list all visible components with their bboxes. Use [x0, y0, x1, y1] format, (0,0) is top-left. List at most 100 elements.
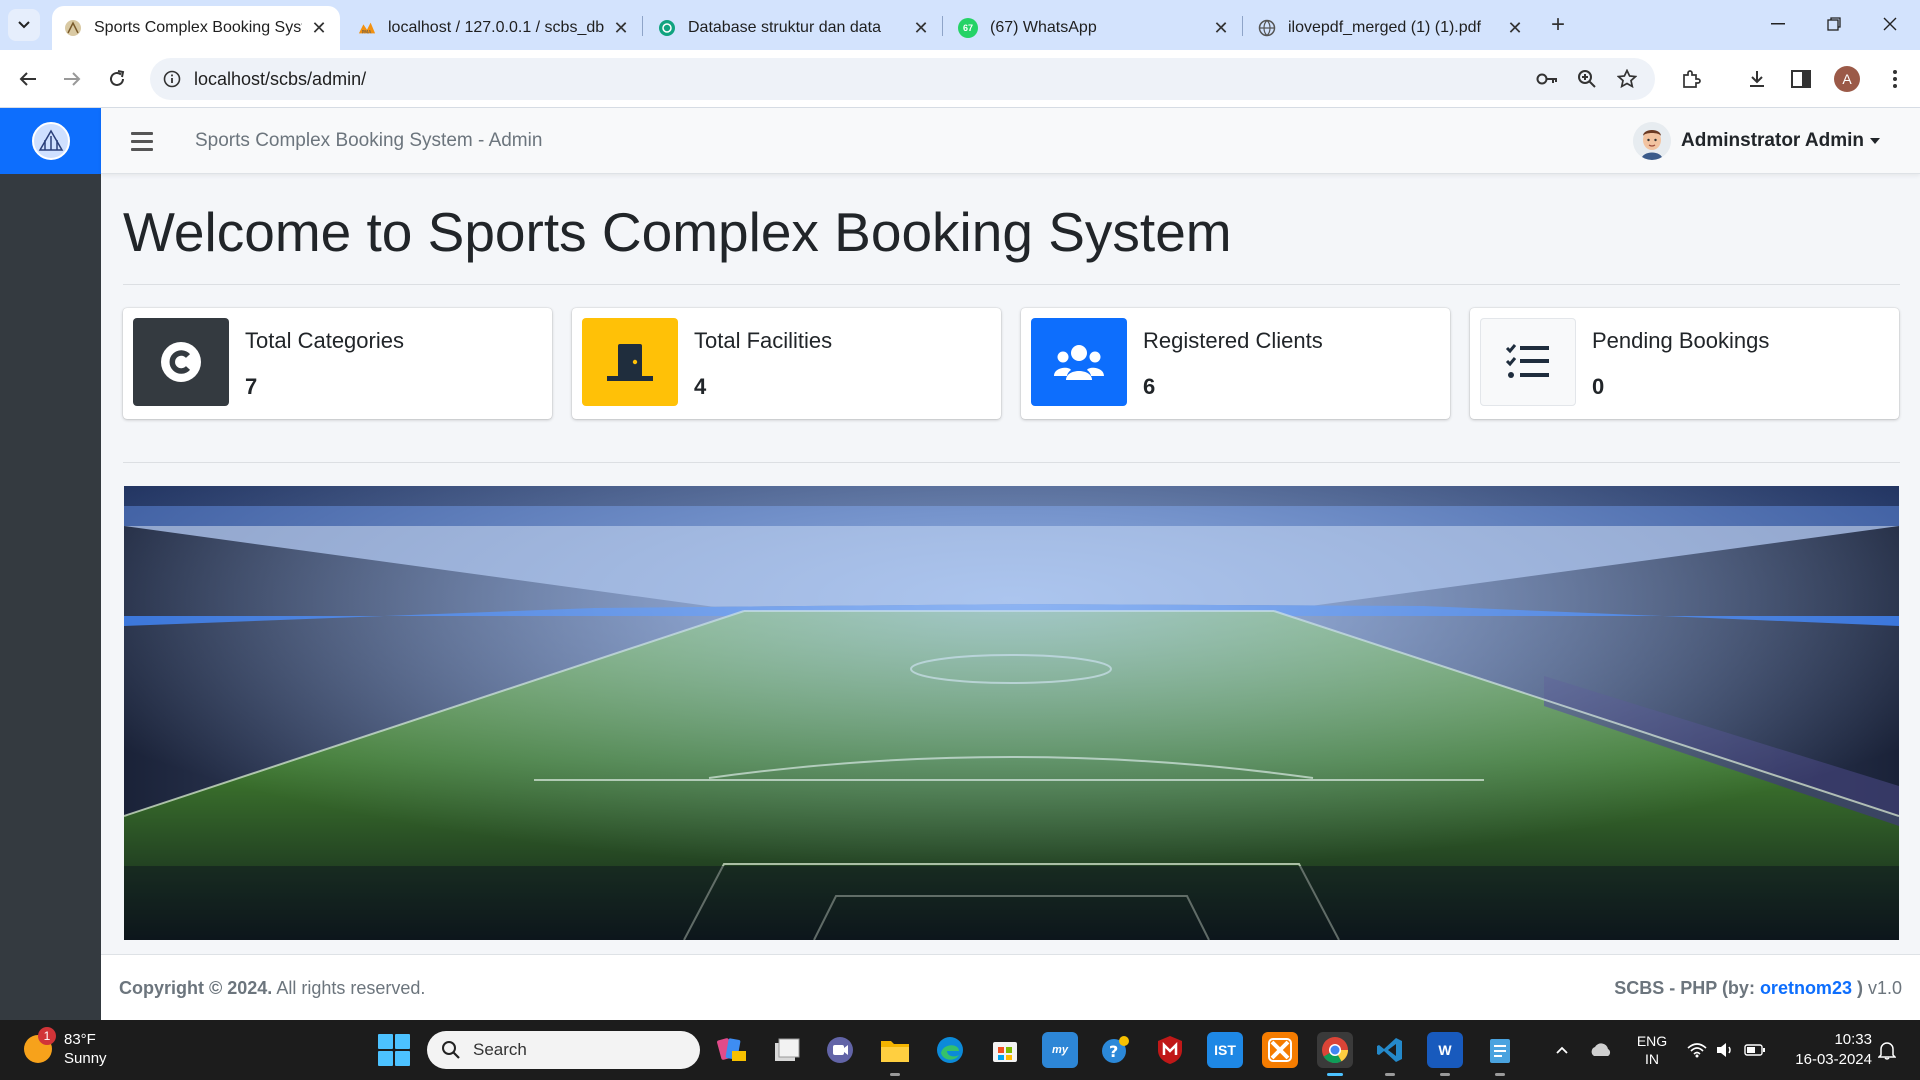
stat-label: Pending Bookings: [1592, 328, 1770, 353]
admin-footer: Copyright © 2024. All rights reserved. S…: [101, 954, 1920, 1020]
volume-icon[interactable]: [1712, 1020, 1738, 1080]
wifi-icon[interactable]: [1684, 1020, 1710, 1080]
weather-temperature: 83°F: [64, 1031, 96, 1048]
pre-app-icon[interactable]: [714, 1032, 750, 1068]
download-icon[interactable]: [1742, 64, 1772, 94]
bookmark-star-icon[interactable]: [1612, 64, 1642, 94]
footer-copyright: Copyright © 2024. All rights reserved.: [119, 978, 425, 999]
restore-icon: [1827, 17, 1841, 31]
close-tab-icon[interactable]: ✕: [612, 18, 630, 39]
navbar-title: Sports Complex Booking System - Admin: [195, 130, 543, 151]
stat-value: 0: [1592, 374, 1605, 399]
reload-button[interactable]: [99, 61, 135, 97]
tab-separator: [942, 16, 943, 36]
url-text: localhost/scbs/admin/: [194, 68, 367, 89]
footer-credit: SCBS - PHP (by: oretnom23 ) v1.0: [1614, 978, 1902, 999]
video-call-icon[interactable]: [822, 1032, 858, 1068]
chrome-icon[interactable]: [1317, 1032, 1353, 1076]
page-title: Welcome to Sports Complex Booking System: [123, 201, 1232, 263]
tab-whatsapp[interactable]: 67 (67) WhatsApp ✕: [946, 6, 1242, 50]
word-icon[interactable]: W: [1427, 1032, 1463, 1076]
tab-title: (67) WhatsApp: [990, 19, 1097, 36]
close-tab-icon[interactable]: ✕: [1212, 18, 1230, 39]
side-panel-icon[interactable]: [1786, 64, 1816, 94]
stat-label: Total Categories: [245, 328, 404, 353]
file-explorer-icon[interactable]: [877, 1032, 913, 1076]
chatgpt-favicon-icon: [658, 19, 676, 37]
mcafee-icon[interactable]: [1152, 1032, 1188, 1068]
tab-phpmyadmin[interactable]: PMA localhost / 127.0.0.1 / scbs_db / ✕: [346, 6, 642, 50]
language-indicator[interactable]: ENG IN: [1632, 1020, 1672, 1080]
clock-date: 16-03-2024: [1795, 1051, 1872, 1068]
taskbar-search-box[interactable]: Search: [427, 1031, 700, 1069]
notification-badge: 1: [38, 1027, 56, 1045]
windows-start-icon[interactable]: [378, 1034, 410, 1066]
copyright-text: Copyright © 2024.: [119, 978, 273, 998]
author-link[interactable]: oretnom23: [1760, 978, 1852, 998]
xampp-icon[interactable]: [1262, 1032, 1298, 1068]
credit-prefix: SCBS - PHP (by:: [1614, 978, 1760, 998]
tasks-icon: [1480, 318, 1576, 406]
language-code: ENG: [1636, 1033, 1668, 1049]
browser-menu-icon[interactable]: [1880, 64, 1910, 94]
new-tab-button[interactable]: +: [1542, 9, 1574, 41]
arrow-left-icon: [19, 72, 36, 86]
tab-separator: [1242, 16, 1243, 36]
notification-bell-icon[interactable]: [1872, 1020, 1902, 1080]
brand-logo-link[interactable]: [0, 108, 101, 174]
sidebar-toggle-icon[interactable]: [131, 129, 153, 153]
microsoft-store-icon[interactable]: [987, 1032, 1023, 1068]
admin-top-navbar: Sports Complex Booking System - Admin Ad…: [101, 108, 1920, 174]
system-clock[interactable]: 10:33 16-03-2024: [1782, 1030, 1872, 1070]
forward-button[interactable]: [54, 61, 90, 97]
minimize-window-button[interactable]: [1750, 0, 1806, 48]
windows-taskbar: 1 83°F Sunny Search my ? IST W ENG IN 10…: [0, 1020, 1920, 1080]
user-menu-dropdown[interactable]: Adminstrator Admin: [1633, 122, 1880, 160]
restore-window-button[interactable]: [1806, 0, 1862, 48]
edge-browser-icon[interactable]: [932, 1032, 968, 1068]
tab-search-button[interactable]: [8, 9, 40, 41]
vscode-icon[interactable]: [1372, 1032, 1408, 1076]
stat-card-pending-bookings: Pending Bookings 0: [1470, 308, 1899, 419]
show-hidden-icons-chevron[interactable]: [1550, 1020, 1574, 1080]
tab-ilovepdf[interactable]: ilovepdf_merged (1) (1).pdf ✕: [1246, 6, 1536, 50]
close-tab-icon[interactable]: ✕: [310, 18, 328, 39]
close-icon: [1883, 17, 1897, 31]
mylip-app-icon[interactable]: my: [1042, 1032, 1078, 1068]
tab-title: Sports Complex Booking System: [94, 19, 302, 36]
back-button[interactable]: [10, 61, 46, 97]
close-tab-icon[interactable]: ✕: [1506, 18, 1524, 39]
file-manager-icon[interactable]: [769, 1032, 805, 1068]
extensions-puzzle-icon[interactable]: [1676, 64, 1706, 94]
svg-text:?: ?: [1109, 1042, 1118, 1061]
region-code: IN: [1645, 1051, 1659, 1067]
password-key-icon[interactable]: [1532, 64, 1562, 94]
close-window-button[interactable]: [1862, 0, 1918, 48]
close-tab-icon[interactable]: ✕: [912, 18, 930, 39]
phpmyadmin-favicon-icon: PMA: [358, 19, 376, 37]
tab-sports-complex[interactable]: Sports Complex Booking System ✕: [52, 6, 340, 50]
search-label: Search: [473, 1040, 527, 1059]
minimize-icon: [1771, 23, 1785, 25]
tab-database-struktur[interactable]: Database struktur dan data ✕: [646, 6, 942, 50]
zoom-icon[interactable]: [1572, 64, 1602, 94]
weather-description: Sunny: [64, 1050, 107, 1067]
onedrive-icon[interactable]: [1586, 1020, 1616, 1080]
tab-title: Database struktur dan data: [688, 19, 882, 36]
site-info-icon[interactable]: [150, 70, 194, 88]
weather-widget[interactable]: 1 83°F Sunny: [24, 1027, 107, 1068]
stat-card-categories: Total Categories 7: [123, 308, 552, 419]
notepad-icon[interactable]: [1482, 1032, 1518, 1076]
get-help-icon[interactable]: ?: [1097, 1032, 1133, 1068]
address-bar[interactable]: localhost/scbs/admin/: [150, 58, 1655, 100]
stadium-banner-image: [124, 486, 1899, 940]
search-icon: [442, 1041, 460, 1059]
stat-value: 6: [1143, 374, 1156, 399]
browser-toolbar: localhost/scbs/admin/ A: [0, 50, 1920, 108]
ist-app-icon[interactable]: IST: [1207, 1032, 1243, 1068]
profile-avatar-button[interactable]: A: [1832, 64, 1862, 94]
tab-title: ilovepdf_merged (1) (1).pdf: [1288, 19, 1481, 36]
battery-icon[interactable]: [1742, 1020, 1768, 1080]
chevron-down-icon: [18, 21, 30, 29]
tab-title: localhost / 127.0.0.1 / scbs_db /: [388, 19, 604, 36]
